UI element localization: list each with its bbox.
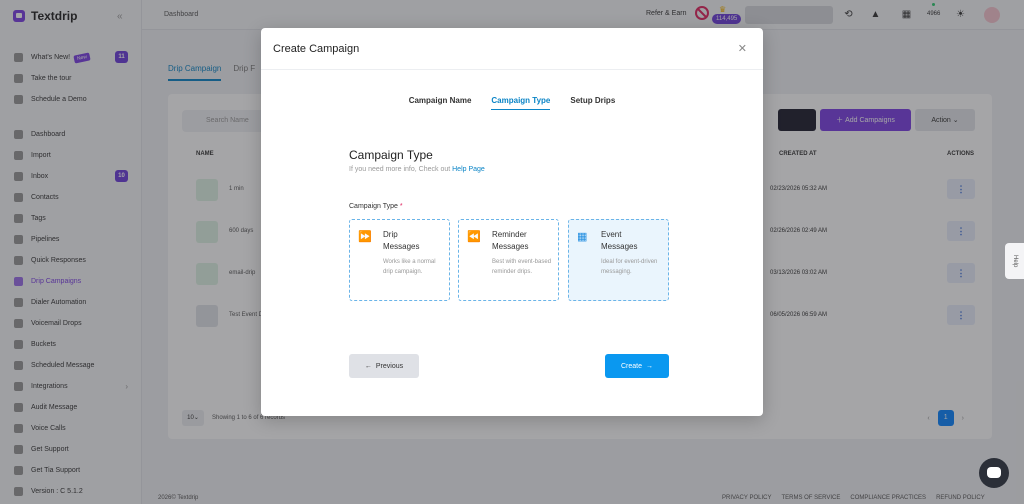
arrow-right-icon: → — [646, 362, 653, 370]
type-title-line-1: Event — [601, 230, 622, 239]
step-tabs: Campaign Name Campaign Type Setup Drips — [261, 96, 763, 110]
type-card-reminder[interactable]: ⏪ Reminder Messages Best with event-based… — [458, 219, 559, 301]
close-icon[interactable]: ✕ — [738, 42, 747, 55]
type-card-title: Drip Messages — [383, 229, 443, 253]
type-title-line-2: Messages — [601, 242, 638, 251]
help-text: If you need more info, Check out Help Pa… — [349, 166, 485, 173]
fast-forward-icon: ⏩ — [358, 231, 372, 243]
step-setup-drips[interactable]: Setup Drips — [570, 96, 615, 110]
type-card-drip[interactable]: ⏩ Drip Messages Works like a normal drip … — [349, 219, 450, 301]
modal-header: Create Campaign ✕ — [261, 28, 763, 70]
type-title-line-1: Drip — [383, 230, 398, 239]
previous-button[interactable]: ← Previous — [349, 354, 419, 378]
type-card-description: Works like a normal drip campaign. — [383, 259, 436, 275]
help-tab[interactable]: Help — [1005, 243, 1024, 279]
chat-bubble-icon[interactable] — [979, 458, 1009, 488]
type-card-title: Reminder Messages — [492, 229, 552, 253]
create-button[interactable]: Create → — [605, 354, 669, 378]
type-card-title: Event Messages — [601, 229, 661, 253]
type-card-description: Best with event-based reminder drips. — [492, 259, 552, 275]
field-label: Campaign Type * — [349, 203, 403, 210]
required-marker: * — [399, 203, 403, 210]
create-campaign-modal: Create Campaign ✕ Campaign Name Campaign… — [261, 28, 763, 416]
type-card-event[interactable]: ▦ Event Messages Ideal for event-driven m… — [568, 219, 669, 301]
section-title: Campaign Type — [349, 148, 433, 162]
help-page-link[interactable]: Help Page — [452, 166, 485, 173]
arrow-left-icon: ← — [364, 362, 372, 370]
type-title-line-1: Reminder — [492, 230, 527, 239]
type-card-description: Ideal for event-driven messaging. — [601, 259, 658, 275]
rewind-icon: ⏪ — [467, 231, 481, 243]
step-campaign-name[interactable]: Campaign Name — [409, 96, 472, 110]
calendar-icon: ▦ — [577, 231, 588, 243]
step-campaign-type[interactable]: Campaign Type — [491, 96, 551, 110]
help-prefix: If you need more info, Check out — [349, 166, 451, 173]
type-title-line-2: Messages — [492, 242, 529, 251]
type-title-line-2: Messages — [383, 242, 420, 251]
modal-title: Create Campaign — [273, 43, 360, 55]
field-label-text: Campaign Type — [349, 203, 398, 210]
create-label: Create — [620, 362, 642, 370]
previous-label: Previous — [375, 362, 404, 370]
